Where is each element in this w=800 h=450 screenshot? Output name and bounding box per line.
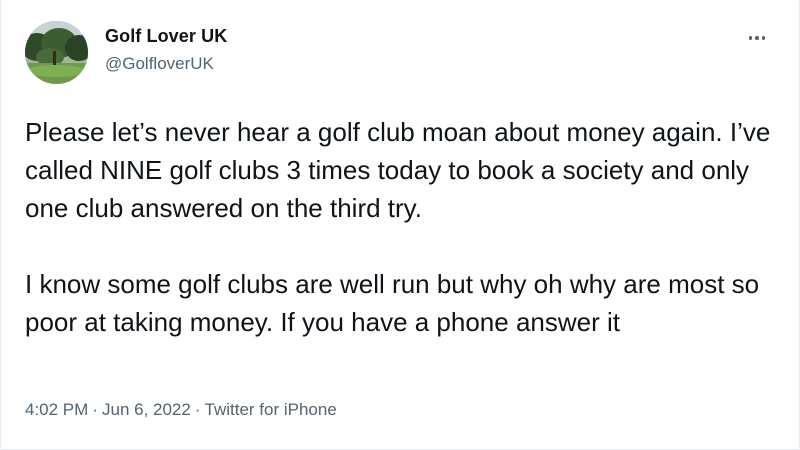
tweet-paragraph-2: I know some golf clubs are well run but … [25,269,767,337]
tweet-source[interactable]: Twitter for iPhone [205,400,337,420]
avatar[interactable] [25,21,88,84]
tweet-card: Golf Lover UK @GolfloverUK Please let’s … [0,0,800,450]
tweet-paragraph-1: Please let’s never hear a golf club moan… [25,117,778,223]
tweet-time[interactable]: 4:02 PM [25,400,88,420]
tweet-date[interactable]: Jun 6, 2022 [102,400,191,420]
author-handle[interactable]: @GolfloverUK [105,54,214,74]
tweet-text: Please let’s never hear a golf club moan… [25,113,785,341]
more-horizontal-icon-dot [761,36,766,40]
more-options-button[interactable] [743,28,771,48]
separator-dot: · [92,400,98,419]
more-horizontal-icon [748,36,753,40]
more-horizontal-icon-dot [755,36,759,40]
author-name[interactable]: Golf Lover UK [105,26,227,47]
separator-dot: · [194,400,201,419]
tweet-metadata: 4:02 PM · Jun 6, 2022 · Twitter for iPho… [25,400,337,420]
